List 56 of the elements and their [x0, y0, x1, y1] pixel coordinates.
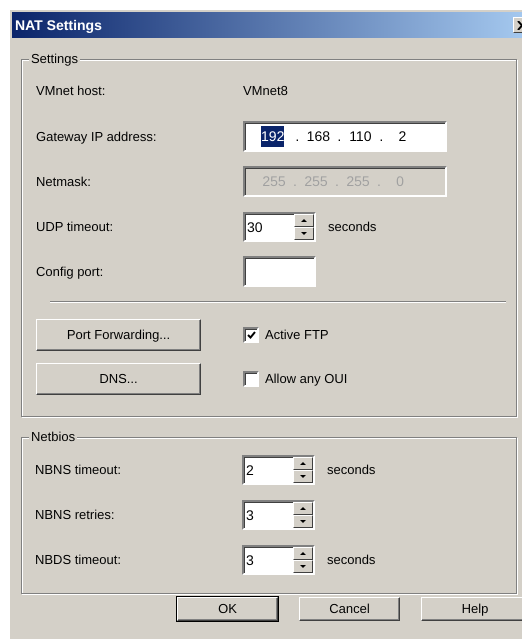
field-label: VMnet host:: [36, 82, 106, 100]
checkbox[interactable]: [243, 327, 259, 343]
ip-octet: 110: [348, 127, 373, 146]
ip-octet: 168: [306, 127, 332, 146]
window-title: NAT Settings: [15, 16, 102, 35]
unit-label: seconds: [328, 218, 376, 236]
ip-octet: 2: [397, 127, 408, 146]
field-label: UDP timeout:: [36, 218, 114, 236]
group-title: Settings: [29, 51, 80, 67]
separator-dot: .: [376, 172, 382, 191]
separator-dot: .: [294, 127, 300, 146]
spinner-field[interactable]: 2: [242, 455, 315, 485]
spinner-field[interactable]: 3: [242, 545, 315, 575]
spinner-field[interactable]: 3: [242, 500, 315, 530]
up-arrow-icon: [301, 219, 307, 222]
dialog-button[interactable]: Help: [421, 597, 522, 621]
down-arrow-icon: [301, 232, 307, 235]
ip-octet: 192: [261, 126, 284, 147]
spin-down-button[interactable]: [293, 515, 313, 528]
up-arrow-icon: [300, 507, 306, 510]
spinner-field[interactable]: 30: [243, 212, 316, 242]
dialog-button[interactable]: OK: [177, 597, 278, 621]
spin-down-button[interactable]: [293, 560, 313, 573]
spin-up-button[interactable]: [293, 547, 313, 560]
checkbox-label: Active FTP: [265, 326, 329, 344]
down-arrow-icon: [300, 565, 306, 568]
port-input-field[interactable]: [243, 256, 316, 287]
dialog-button[interactable]: Cancel: [299, 597, 400, 621]
spin-down-button[interactable]: [293, 470, 313, 483]
checkmark-icon: [246, 331, 256, 339]
down-arrow-icon: [300, 475, 306, 478]
separator-dot: .: [336, 127, 342, 146]
field-label: NBDS timeout:: [35, 551, 122, 570]
up-arrow-icon: [300, 462, 306, 465]
separator-dot: .: [378, 127, 384, 146]
spin-up-button[interactable]: [293, 457, 313, 470]
host-value: VMnet8: [243, 82, 288, 100]
unit-label: seconds: [327, 551, 376, 570]
down-arrow-icon: [300, 520, 306, 523]
spin-down-button[interactable]: [294, 227, 314, 240]
ip-address-field[interactable]: 192 . 168 . 110 . 2: [243, 121, 447, 152]
separator-dot: .: [334, 172, 340, 191]
spin-up-button[interactable]: [294, 214, 314, 227]
checkbox-label: Allow any OUI: [265, 370, 348, 388]
field-label: NBNS timeout:: [35, 461, 122, 480]
separator-dot: .: [292, 172, 298, 191]
field-label: Config port:: [36, 262, 104, 281]
field-label: Netmask:: [36, 172, 92, 191]
field-label: Gateway IP address:: [36, 128, 158, 146]
spin-up-button[interactable]: [293, 502, 313, 515]
field-label: NBNS retries:: [35, 506, 116, 524]
action-button[interactable]: DNS...: [36, 363, 201, 395]
up-arrow-icon: [300, 552, 306, 555]
action-button[interactable]: Port Forwarding...: [36, 319, 201, 351]
checkbox[interactable]: [243, 371, 259, 387]
unit-label: seconds: [327, 461, 376, 480]
